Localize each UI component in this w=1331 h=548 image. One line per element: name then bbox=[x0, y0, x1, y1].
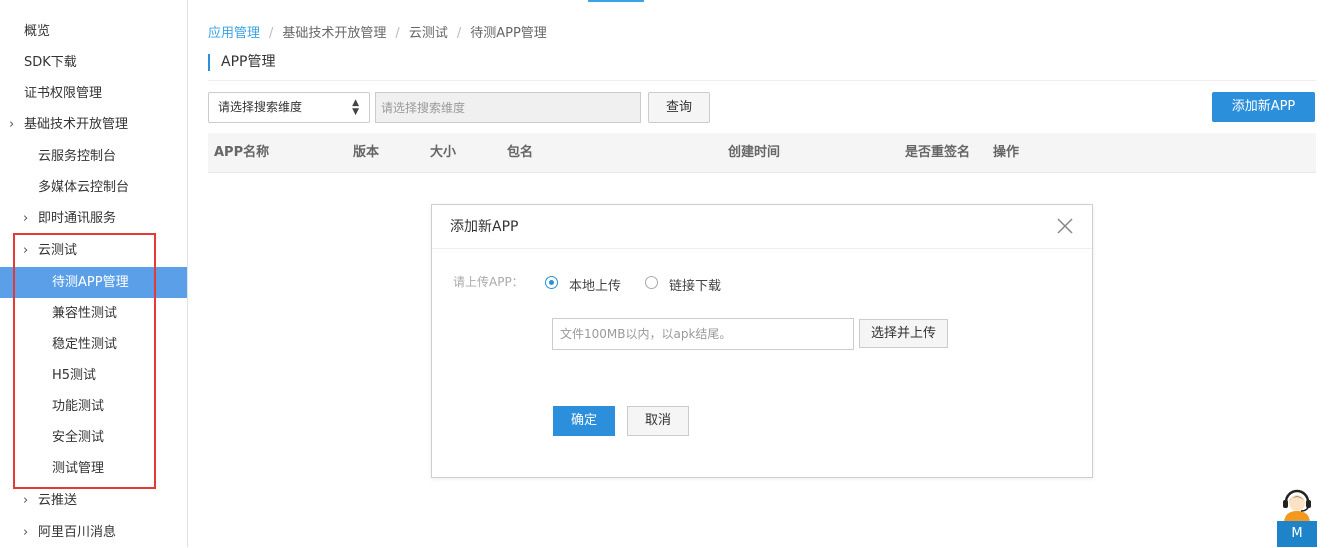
sidebar-item-label: 即时通讯服务 bbox=[38, 211, 117, 226]
sidebar-item-security-test[interactable]: 安全测试 bbox=[0, 422, 187, 453]
sidebar-item-baichuan-message[interactable]: › 阿里百川消息 bbox=[0, 517, 187, 548]
radio-local-upload-label[interactable]: 本地上传 bbox=[569, 275, 621, 294]
add-app-dialog: 添加新APP 请上传APP： 本地上传 链接下载 选择并上传 确定 取消 bbox=[431, 204, 1093, 478]
chevron-right-icon: › bbox=[23, 243, 29, 258]
breadcrumb-item-app-management[interactable]: 应用管理 bbox=[208, 26, 260, 41]
breadcrumb-separator: / bbox=[269, 26, 274, 41]
sidebar-item-label: 阿里百川消息 bbox=[38, 525, 117, 540]
sidebar-item-im-service[interactable]: › 即时通讯服务 bbox=[0, 203, 187, 234]
radio-local-upload[interactable] bbox=[545, 276, 558, 289]
column-header-resigned: 是否重签名 bbox=[905, 145, 971, 160]
breadcrumb-item-basic-tech: 基础技术开放管理 bbox=[282, 26, 387, 41]
chevron-right-icon: › bbox=[9, 117, 15, 132]
sidebar-item-cloud-test[interactable]: › 云测试 bbox=[0, 235, 187, 266]
sidebar-item-h5-test[interactable]: H5测试 bbox=[0, 360, 187, 391]
upload-label: 请上传APP： bbox=[453, 275, 524, 289]
sidebar-item-label: SDK下载 bbox=[24, 55, 77, 70]
dialog-title: 添加新APP bbox=[450, 219, 519, 235]
select-arrows-icon: ▲ ▼ bbox=[352, 97, 359, 117]
add-app-button[interactable]: 添加新APP bbox=[1212, 92, 1315, 122]
sidebar-item-function-test[interactable]: 功能测试 bbox=[0, 391, 187, 422]
dialog-header: 添加新APP bbox=[432, 205, 1092, 249]
divider bbox=[208, 80, 1316, 81]
sidebar-item-cloud-service-console[interactable]: 云服务控制台 bbox=[0, 141, 187, 172]
radio-link-download-label[interactable]: 链接下载 bbox=[669, 275, 721, 294]
sidebar-item-app-under-test[interactable]: 待测APP管理 bbox=[0, 267, 187, 298]
sidebar-item-label: 基础技术开放管理 bbox=[24, 117, 129, 132]
page-title: APP管理 bbox=[208, 54, 275, 71]
sidebar-item-label: 稳定性测试 bbox=[52, 337, 118, 352]
sidebar-item-label: 云推送 bbox=[38, 493, 78, 508]
sidebar-item-multimedia-console[interactable]: 多媒体云控制台 bbox=[0, 172, 187, 203]
sidebar-item-cert-permission[interactable]: 证书权限管理 bbox=[0, 78, 187, 109]
sidebar-item-label: 云服务控制台 bbox=[38, 149, 117, 164]
breadcrumb-item-current: 待测APP管理 bbox=[470, 26, 547, 41]
sidebar-item-basic-tech[interactable]: › 基础技术开放管理 bbox=[0, 109, 187, 140]
support-tab[interactable]: M bbox=[1277, 521, 1317, 547]
chevron-right-icon: › bbox=[23, 525, 29, 540]
sidebar-item-label: 多媒体云控制台 bbox=[38, 180, 130, 195]
sidebar-item-stability-test[interactable]: 稳定性测试 bbox=[0, 329, 187, 360]
support-agent-icon bbox=[1283, 489, 1311, 522]
sidebar: 概览 SDK下载 证书权限管理 › 基础技术开放管理 云服务控制台 多媒体云控制台… bbox=[0, 0, 188, 547]
sidebar-item-label: 概览 bbox=[24, 24, 51, 39]
search-dimension-select[interactable]: 请选择搜索维度 ▲ ▼ bbox=[208, 92, 370, 123]
sidebar-item-test-management[interactable]: 测试管理 bbox=[0, 453, 187, 484]
sidebar-item-cloud-push[interactable]: › 云推送 bbox=[0, 485, 187, 516]
customer-support-widget[interactable]: M bbox=[1277, 484, 1317, 547]
sidebar-item-label: 云测试 bbox=[38, 243, 78, 258]
chevron-right-icon: › bbox=[23, 211, 29, 226]
breadcrumb-item-cloud-test: 云测试 bbox=[408, 26, 448, 41]
cancel-button[interactable]: 取消 bbox=[627, 406, 689, 436]
sidebar-item-label: H5测试 bbox=[52, 368, 97, 383]
sidebar-item-label: 测试管理 bbox=[52, 461, 105, 476]
table-header: APP名称 版本 大小 包名 创建时间 是否重签名 操作 bbox=[208, 133, 1316, 173]
column-header-actions: 操作 bbox=[993, 145, 1020, 160]
sidebar-item-label: 兼容性测试 bbox=[52, 306, 118, 321]
column-header-created-time: 创建时间 bbox=[728, 145, 781, 160]
breadcrumb-separator: / bbox=[456, 26, 462, 41]
query-button[interactable]: 查询 bbox=[648, 92, 710, 123]
search-dimension-value: 请选择搜索维度 bbox=[218, 100, 303, 114]
radio-link-download[interactable] bbox=[645, 276, 658, 289]
chevron-right-icon: › bbox=[23, 493, 29, 508]
top-accent-bar bbox=[588, 0, 644, 2]
sidebar-item-sdk-download[interactable]: SDK下载 bbox=[0, 47, 187, 78]
breadcrumb: 应用管理 / 基础技术开放管理 / 云测试 / 待测APP管理 bbox=[208, 22, 547, 41]
column-header-version: 版本 bbox=[353, 145, 380, 160]
sidebar-item-overview[interactable]: 概览 bbox=[0, 16, 187, 47]
file-path-input[interactable] bbox=[552, 318, 854, 350]
sidebar-item-label: 安全测试 bbox=[52, 430, 105, 445]
column-header-app-name: APP名称 bbox=[214, 145, 270, 160]
choose-upload-button[interactable]: 选择并上传 bbox=[859, 319, 948, 348]
breadcrumb-separator: / bbox=[395, 26, 400, 41]
sidebar-item-label: 证书权限管理 bbox=[24, 86, 103, 101]
search-input[interactable] bbox=[375, 92, 641, 123]
sidebar-item-compatibility-test[interactable]: 兼容性测试 bbox=[0, 298, 187, 329]
sidebar-item-label: 待测APP管理 bbox=[52, 275, 129, 290]
close-icon[interactable] bbox=[1056, 217, 1074, 235]
confirm-button[interactable]: 确定 bbox=[553, 406, 615, 436]
sidebar-item-label: 功能测试 bbox=[52, 399, 105, 414]
column-header-package: 包名 bbox=[507, 145, 534, 160]
column-header-size: 大小 bbox=[430, 145, 457, 160]
